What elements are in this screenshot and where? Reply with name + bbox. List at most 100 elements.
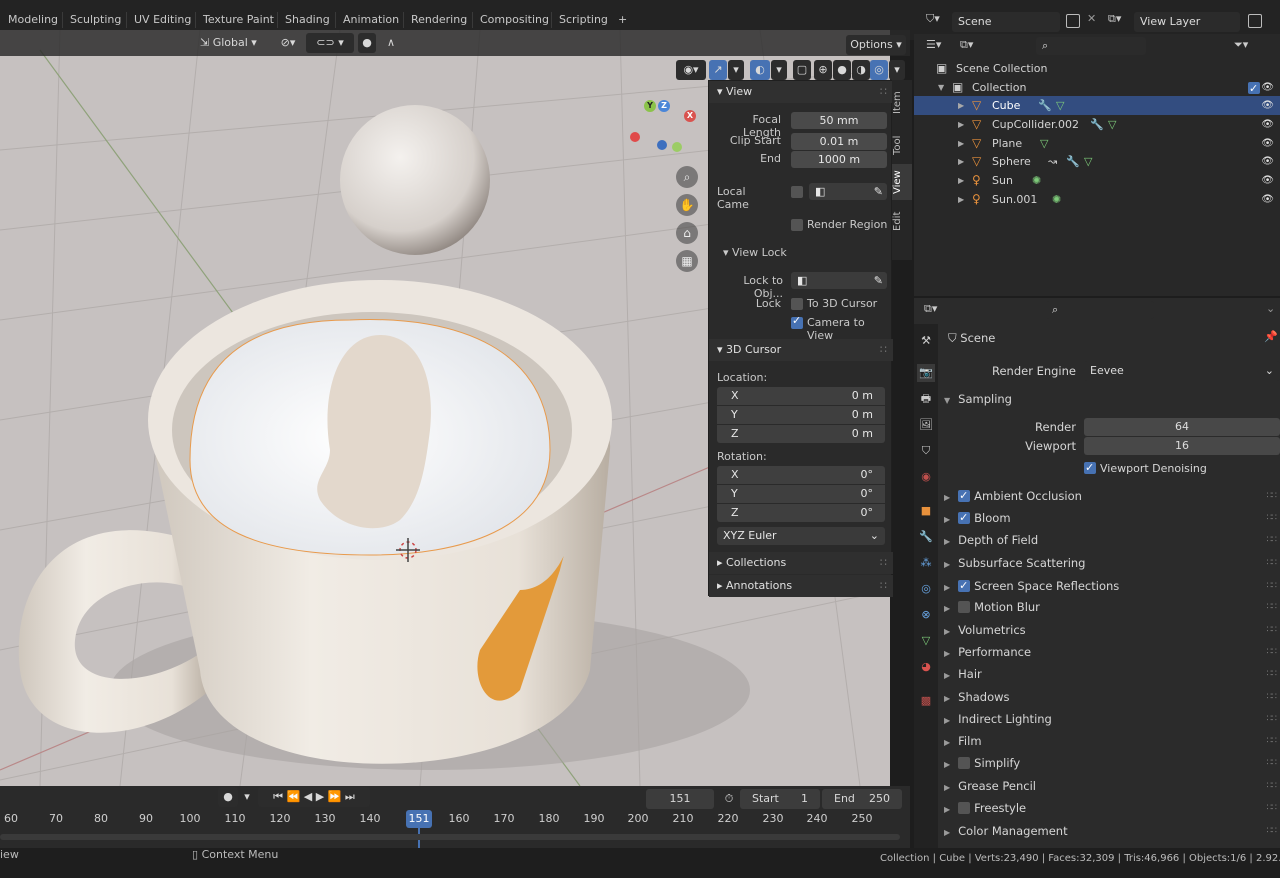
transform-orientation[interactable]: ⇲ Global ▾ — [196, 33, 268, 53]
scene-selector[interactable]: Scene — [952, 12, 1060, 32]
viewport-denoising-checkbox[interactable] — [1084, 458, 1096, 478]
current-frame-field[interactable]: 151 — [646, 789, 714, 809]
eye-icon[interactable]: 👁 — [1261, 152, 1274, 171]
view-layer-icon[interactable]: ⧉▾ — [1108, 12, 1121, 26]
focal-length-field[interactable]: 50 mm — [791, 112, 887, 129]
drag-handle-icon[interactable]: ∷∷ — [1267, 687, 1278, 707]
annotations-panel-header[interactable]: ▸ Annotations ∷ — [709, 575, 893, 597]
jump-start-icon[interactable]: ⏮ — [273, 790, 283, 803]
world-tab-icon[interactable]: ◉ — [917, 468, 935, 486]
viewport-samples-field[interactable]: 16 — [1084, 437, 1280, 455]
data-tab-icon[interactable]: ▽ — [917, 632, 935, 650]
mesh-data-icon[interactable]: ▽ — [1056, 96, 1064, 115]
modifier-wrench-icon[interactable]: 🔧 — [1090, 115, 1104, 134]
panel-enable-checkbox[interactable] — [958, 576, 971, 596]
workspace-tab-scripting[interactable]: Scripting — [553, 10, 614, 30]
drag-handle-icon[interactable]: ∷∷ — [1267, 731, 1278, 751]
x-axis-icon[interactable]: X — [684, 110, 696, 122]
start-frame-field[interactable]: Start 1 — [740, 789, 820, 809]
play-icon[interactable]: ▶ — [316, 790, 324, 803]
drag-handle-icon[interactable]: ∷∷ — [1267, 553, 1278, 573]
panel-volumetrics[interactable]: ▶ Volumetrics ∷∷ — [944, 620, 1280, 640]
gizmo-icon[interactable]: ↗ — [709, 60, 727, 80]
workspace-tab-animation[interactable]: Animation — [337, 10, 405, 30]
rotation-y-field[interactable]: Y 0° — [717, 485, 885, 503]
modifier-wrench-icon[interactable]: 🔧 — [1038, 96, 1052, 115]
filter-icon[interactable]: ⏷▾ — [1234, 38, 1248, 52]
snap-icon[interactable]: ⊂⊃ ▾ — [306, 33, 354, 53]
constraint-icon[interactable]: ↝ — [1048, 152, 1057, 171]
workspace-tab-uv-editing[interactable]: UV Editing — [128, 10, 197, 30]
play-reverse-icon[interactable]: ◀ — [304, 790, 312, 803]
mesh-data-icon[interactable]: ▽ — [1108, 115, 1116, 134]
output-tab-icon[interactable]: 🖶 — [917, 390, 935, 408]
options-dropdown[interactable]: Options ▾ — [846, 35, 906, 55]
drag-handle-icon[interactable]: ∷∷ — [1267, 576, 1278, 596]
drag-handle-icon[interactable]: ∷∷ — [1267, 753, 1278, 773]
new-view-layer-icon[interactable] — [1248, 14, 1262, 28]
drag-handle-icon[interactable]: ∷∷ — [1267, 620, 1278, 640]
workspace-tab-compositing[interactable]: Compositing — [474, 10, 555, 30]
render-region-checkbox[interactable] — [791, 219, 803, 231]
3d-cursor-panel-header[interactable]: ▾ 3D Cursor ∷ — [709, 339, 893, 361]
camera-to-view-checkbox[interactable] — [791, 314, 803, 329]
record-icon[interactable]: ● — [218, 787, 238, 807]
outliner-row-sun[interactable]: ▶ ♀ Sun ✺ 👁 — [914, 171, 1280, 190]
scene-tab-icon[interactable]: ⛉ — [917, 442, 935, 460]
drag-handle-icon[interactable]: ∷∷ — [1267, 664, 1278, 684]
eye-icon[interactable]: 👁 — [1261, 190, 1274, 209]
properties-search-input[interactable]: ⌕ — [1046, 301, 1154, 319]
zoom-icon[interactable]: ⌕ — [676, 166, 698, 188]
texture-tab-icon[interactable]: ▩ — [917, 692, 935, 710]
solid-shading-icon[interactable]: ● — [833, 60, 851, 80]
panel-indirect-lighting[interactable]: ▶ Indirect Lighting ∷∷ — [944, 709, 1280, 729]
chevron-down-icon[interactable]: ⌄ — [1266, 302, 1275, 315]
overlays-icon[interactable]: ◐ — [750, 60, 770, 80]
panel-shadows[interactable]: ▶ Shadows ∷∷ — [944, 687, 1280, 707]
panel-freestyle[interactable]: ▶ Freestyle ∷∷ — [944, 798, 1280, 818]
eyedropper-icon[interactable]: ✎ — [874, 272, 883, 289]
proportional-edit-icon[interactable]: ● — [358, 33, 376, 53]
y-axis-icon[interactable]: Y — [644, 100, 656, 112]
modifier-tab-icon[interactable]: 🔧 — [917, 528, 935, 546]
eye-icon[interactable]: 👁 — [1261, 134, 1274, 153]
panel-enable-checkbox[interactable] — [958, 802, 971, 814]
view-lock-header[interactable]: ▾ View Lock — [723, 246, 787, 259]
new-scene-icon[interactable] — [1066, 14, 1080, 28]
light-data-icon[interactable]: ✺ — [1032, 171, 1041, 190]
falloff-icon[interactable]: ∧ — [380, 33, 402, 53]
timeline-scrollbar[interactable] — [0, 834, 900, 840]
panel-color-management[interactable]: ▶ Color Management ∷∷ — [944, 821, 1280, 841]
pin-icon[interactable]: 📌 — [1264, 330, 1278, 343]
view-layer-selector[interactable]: View Layer — [1134, 12, 1240, 32]
panel-simplify[interactable]: ▶ Simplify ∷∷ — [944, 753, 1280, 773]
local-camera-field[interactable]: ◧ ✎ — [809, 183, 887, 200]
drag-handle-icon[interactable]: ∷ — [880, 339, 887, 361]
expand-triangle-icon[interactable]: ▼ — [938, 78, 944, 97]
outliner-row-sun-001[interactable]: ▶ ♀ Sun.001 ✺ 👁 — [914, 190, 1280, 209]
camera-view-icon[interactable]: ⌂ — [676, 222, 698, 244]
physics-tab-icon[interactable]: ◎ — [917, 580, 935, 598]
shading-dropdown-icon[interactable]: ▾ — [889, 60, 905, 80]
rendered-shading-icon[interactable]: ◎ — [870, 60, 888, 80]
mesh-data-icon[interactable]: ▽ — [1040, 134, 1048, 153]
neg-x-icon[interactable] — [630, 132, 640, 142]
rotation-z-field[interactable]: Z 0° — [717, 504, 885, 522]
overlays-dropdown-icon[interactable]: ▾ — [771, 60, 787, 80]
expand-triangle-icon[interactable]: ▶ — [958, 171, 964, 190]
pivot-point-icon[interactable]: ⊘▾ — [274, 33, 302, 53]
location-y-field[interactable]: Y 0 m — [717, 406, 885, 424]
drag-handle-icon[interactable]: ∷ — [880, 81, 887, 103]
panel-bloom[interactable]: ▶ Bloom ∷∷ — [944, 508, 1280, 528]
wireframe-shading-icon[interactable]: ⊕ — [814, 60, 832, 80]
prev-keyframe-icon[interactable]: ⏪ — [287, 790, 301, 803]
render-tab-icon[interactable]: 📷 — [917, 364, 935, 382]
panel-ambient-occlusion[interactable]: ▶ Ambient Occlusion ∷∷ — [944, 486, 1280, 506]
drag-handle-icon[interactable]: ∷∷ — [1267, 821, 1278, 841]
outliner-search-input[interactable]: ⌕ — [1036, 37, 1146, 55]
view-layer-tab-icon[interactable]: 🖼 — [917, 416, 935, 434]
outliner-row-scene-collection[interactable]: ▣ Scene Collection — [914, 59, 1280, 78]
object-tab-icon[interactable]: ■ — [917, 502, 935, 520]
rotation-mode-dropdown[interactable]: XYZ Euler ⌄ — [717, 527, 885, 545]
location-z-field[interactable]: Z 0 m — [717, 425, 885, 443]
